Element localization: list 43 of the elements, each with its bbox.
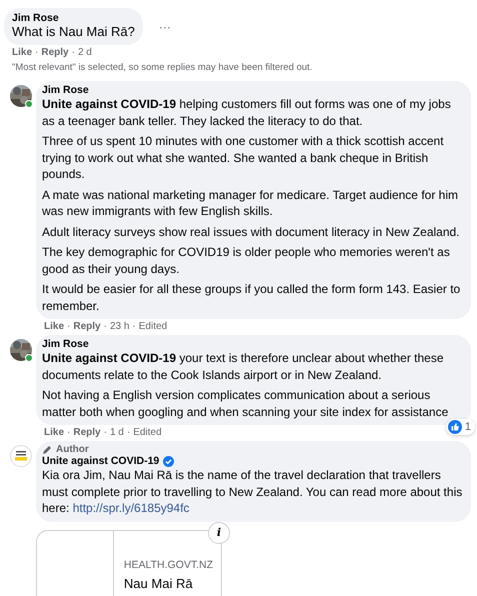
thumbs-up-icon bbox=[448, 420, 462, 434]
action-link[interactable]: Reply bbox=[41, 47, 69, 58]
action-link[interactable]: Reply bbox=[73, 321, 101, 332]
reaction-count[interactable]: 1 bbox=[446, 419, 475, 435]
timestamp: 1 d bbox=[110, 427, 124, 438]
comment-text: It would be easier for all these groups if you called the form form 143. Easier to remember. bbox=[42, 281, 462, 314]
timestamp: Edited bbox=[138, 321, 168, 332]
comment-text: Three of us spent 10 minutes with one customer with a thick scottish accent trying to work out what she wanted. She wanted a bank cheque in British pounds. bbox=[42, 133, 445, 182]
comment-text: What is Nau Mai Rā? bbox=[12, 24, 135, 40]
more-options-button[interactable]: ··· bbox=[154, 20, 175, 34]
timestamp: 2 d bbox=[78, 47, 92, 58]
comment-text: Not having a English version complicates communication about a serious matter both when googling and when scanning your site index for assistance bbox=[42, 387, 450, 420]
timestamp: Edited bbox=[133, 427, 162, 438]
author-name[interactable]: Unite against COVID-19 bbox=[42, 455, 160, 467]
separator: · bbox=[72, 47, 75, 58]
comment-text: Unite against COVID-19 helping customers fill out forms was one of my jobs as a teenager bank teller. They lacked the literacy to do that. bbox=[42, 96, 452, 129]
action-link[interactable]: Like bbox=[44, 427, 64, 438]
link-title: Nau Mai Rā bbox=[124, 576, 194, 590]
separator: · bbox=[132, 321, 136, 332]
separator: · bbox=[104, 321, 107, 332]
author-name[interactable]: Jim Rose bbox=[12, 12, 135, 24]
comment-text: Adult literacy surveys show real issues with document literacy in New Zealand. bbox=[42, 224, 461, 240]
separator: · bbox=[67, 321, 70, 332]
pencil-icon bbox=[42, 444, 52, 454]
action-link[interactable]: Reply bbox=[73, 427, 101, 438]
filter-notice: "Most relevant" is selected, so some replies may have been filtered out. bbox=[11, 61, 314, 75]
separator: · bbox=[126, 427, 130, 438]
action-link[interactable]: Like bbox=[12, 47, 32, 58]
badge-label: Author bbox=[56, 444, 89, 455]
comment-text: A mate was national marketing manager for medicare. Target audience for him was new immigrants with few English skills. bbox=[42, 186, 459, 220]
separator: · bbox=[35, 47, 38, 58]
link[interactable]: http://spr.ly/6185y94fc bbox=[72, 501, 190, 515]
action-link[interactable]: Like bbox=[44, 321, 64, 332]
comment-text: Unite against COVID-19 your text is therefore unclear about whether these documents relate to the Cook Islands airport or in New Zealand. bbox=[42, 350, 445, 383]
link-domain: HEALTH.GOVT.NZ bbox=[124, 558, 213, 570]
timestamp: 23 h bbox=[110, 321, 130, 332]
author-name[interactable]: Jim Rose bbox=[42, 84, 89, 96]
comment-text: Kia ora Jim, Nau Mai Rā is the name of the travel declaration that travellers must complete prior to travelling to New Zealand. You can read more about this here: http://spr.ly/6185y94fc bbox=[42, 467, 464, 516]
separator: · bbox=[67, 427, 70, 438]
info-button[interactable]: i bbox=[208, 522, 230, 544]
separator: · bbox=[104, 427, 107, 438]
comment-text: The key demographic for COVID19 is older people who memories weren't as good as their young days. bbox=[42, 244, 451, 277]
author-name[interactable]: Jim Rose bbox=[42, 338, 89, 350]
